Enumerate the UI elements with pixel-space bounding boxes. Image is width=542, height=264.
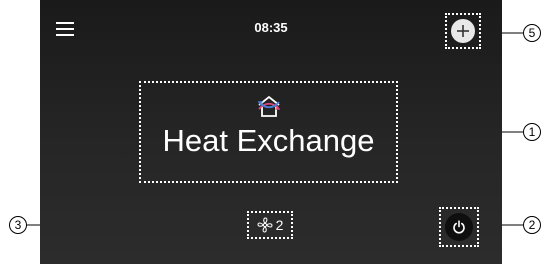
device-screen: 08:35 Heat Exchange 2: [40, 0, 502, 264]
power-button[interactable]: [445, 213, 473, 241]
page: 08:35 Heat Exchange 2 5 1 2 3: [0, 0, 542, 264]
heat-exchange-house-icon: [257, 95, 280, 117]
fan-speed-button[interactable]: 2: [247, 211, 293, 239]
power-icon: [453, 220, 465, 234]
operation-mode-display[interactable]: Heat Exchange: [139, 81, 398, 183]
mode-label: Heat Exchange: [162, 123, 375, 158]
fan-icon: [257, 217, 273, 233]
add-button-highlight: [445, 13, 481, 49]
plus-icon: [457, 25, 469, 37]
callout-5: 5: [523, 24, 541, 42]
clock: 08:35: [254, 20, 288, 35]
power-button-highlight: [439, 207, 479, 247]
callout-3: 3: [9, 216, 27, 234]
fan-speed-level: 2: [275, 217, 284, 233]
add-button[interactable]: [451, 19, 475, 43]
callout-2: 2: [523, 216, 541, 234]
callout-1: 1: [523, 123, 541, 141]
